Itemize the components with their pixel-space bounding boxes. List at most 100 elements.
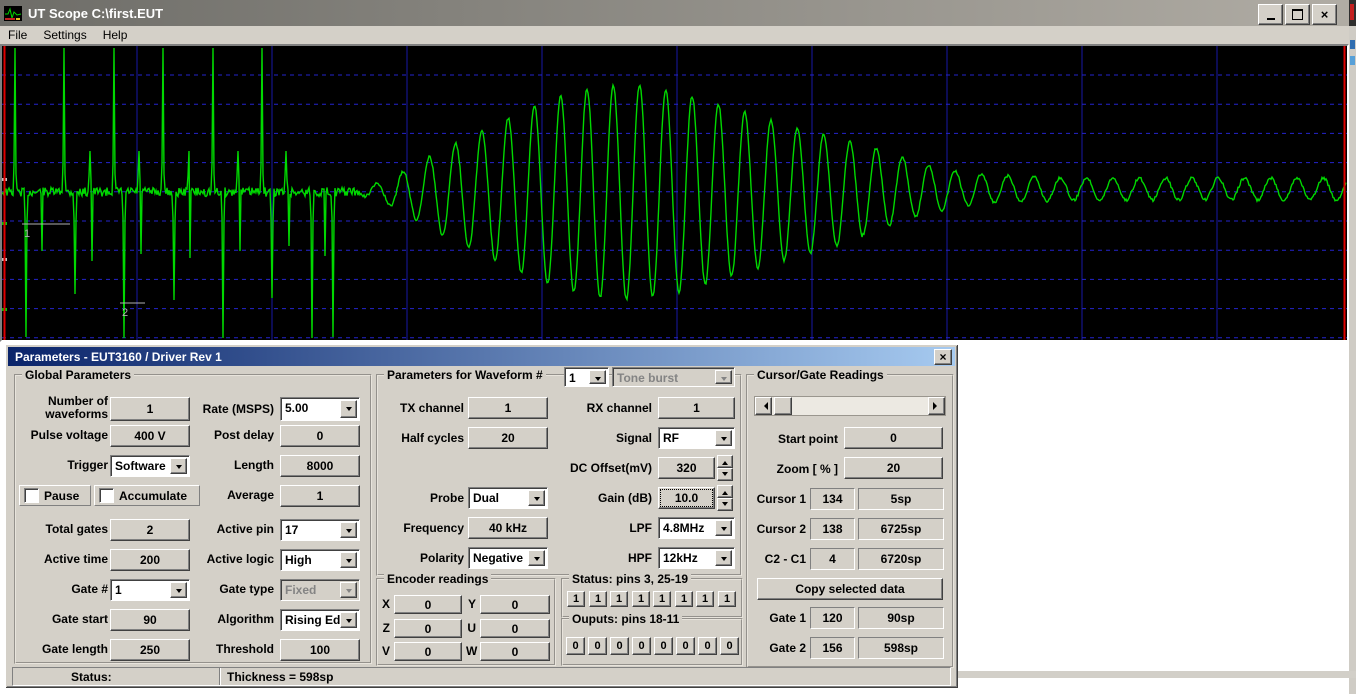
algorithm-label: Algorithm [184, 613, 274, 626]
scope-canvas: 12 [2, 46, 1347, 340]
output-pin: 0 [610, 637, 629, 655]
spinner-down-icon [717, 468, 733, 481]
background-icon [1350, 56, 1355, 65]
gain-field[interactable]: 10.0 [658, 487, 715, 509]
spinner-up-icon [717, 485, 733, 498]
svg-text:1: 1 [24, 228, 30, 240]
scope-display[interactable]: 12 [0, 44, 1349, 342]
active-logic-dropdown[interactable]: High [280, 549, 360, 571]
main-titlebar: UT Scope C:\first.EUT × [0, 0, 1349, 26]
dialog-titlebar[interactable]: Parameters - EUT3160 / Driver Rev 1 × [8, 347, 955, 366]
gate-start-field[interactable]: 90 [110, 609, 190, 631]
gate-number-dropdown[interactable]: 1 [110, 579, 190, 601]
start-point-field[interactable]: 0 [844, 427, 943, 449]
menu-help[interactable]: Help [95, 26, 136, 44]
encoder-z-label: Z [380, 622, 390, 635]
chevron-down-icon [528, 550, 545, 566]
status-pin: 1 [718, 591, 736, 607]
average-field[interactable]: 1 [280, 485, 360, 507]
tx-channel-label: TX channel [378, 402, 464, 415]
rate-dropdown[interactable]: 5.00 [280, 397, 360, 421]
gate-number-label: Gate # [16, 583, 108, 596]
trigger-dropdown[interactable]: Software [110, 455, 190, 477]
total-gates-field[interactable]: 2 [110, 519, 190, 541]
background-window-close-icon [1350, 4, 1354, 20]
signal-dropdown[interactable]: RF [658, 427, 735, 449]
checkbox-icon[interactable] [24, 488, 39, 503]
polarity-dropdown[interactable]: Negative [468, 547, 548, 569]
start-point-label: Start point [750, 433, 838, 446]
length-field[interactable]: 8000 [280, 455, 360, 477]
maximize-icon[interactable] [1285, 4, 1310, 25]
dc-offset-spinner[interactable] [717, 455, 733, 481]
frequency-field[interactable]: 40 kHz [468, 517, 548, 539]
gate-length-field[interactable]: 250 [110, 639, 190, 661]
group-legend: Encoder readings [384, 572, 491, 586]
group-legend: Cursor/Gate Readings [754, 368, 887, 382]
status-pin: 1 [567, 591, 585, 607]
gate2-value: 156 [810, 637, 855, 659]
menu-file[interactable]: File [0, 26, 35, 44]
dialog-close-icon[interactable]: × [934, 349, 952, 365]
tx-channel-field[interactable]: 1 [468, 397, 548, 419]
waveform-number-dropdown[interactable]: 1 [564, 367, 609, 387]
chevron-down-icon [340, 612, 357, 628]
chevron-down-icon [340, 400, 357, 418]
signal-label: Signal [574, 432, 652, 445]
scrollbar-right-icon[interactable] [928, 397, 945, 415]
gate2-label: Gate 2 [748, 642, 806, 655]
active-time-field[interactable]: 200 [110, 549, 190, 571]
encoder-w-label: W [466, 645, 476, 658]
rx-channel-field[interactable]: 1 [658, 397, 735, 419]
encoder-x-label: X [380, 598, 390, 611]
dc-offset-field[interactable]: 320 [658, 457, 715, 479]
pause-checkbox[interactable]: Pause [19, 485, 91, 506]
gain-spinner[interactable] [717, 485, 733, 511]
encoder-v-value: 0 [394, 642, 462, 661]
chevron-down-icon [340, 522, 357, 538]
average-label: Average [184, 489, 274, 502]
gate-length-label: Gate length [16, 643, 108, 656]
post-delay-field[interactable]: 0 [280, 425, 360, 447]
num-waveforms-label: Number of waveforms [16, 395, 108, 421]
chevron-down-icon [715, 550, 732, 566]
hpf-dropdown[interactable]: 12kHz [658, 547, 735, 569]
algorithm-dropdown[interactable]: Rising Ed [280, 609, 360, 631]
close-icon[interactable]: × [1312, 4, 1337, 25]
status-pin: 1 [610, 591, 628, 607]
output-pin: 0 [676, 637, 695, 655]
hpf-label: HPF [574, 552, 652, 565]
copy-selected-data-button[interactable]: Copy selected data [757, 578, 943, 600]
lpf-dropdown[interactable]: 4.8MHz [658, 517, 735, 539]
group-global-parameters: Global Parameters Number of waveforms 1 … [14, 374, 372, 664]
output-pin: 0 [632, 637, 651, 655]
half-cycles-field[interactable]: 20 [468, 427, 548, 449]
status-pin: 1 [696, 591, 714, 607]
status-pin: 1 [675, 591, 693, 607]
threshold-field[interactable]: 100 [280, 639, 360, 661]
trigger-label: Trigger [16, 459, 108, 472]
scope-scrollbar[interactable] [754, 396, 946, 416]
minimize-icon[interactable] [1258, 4, 1283, 25]
spinner-down-icon [717, 498, 733, 511]
post-delay-label: Post delay [184, 429, 274, 442]
num-waveforms-field[interactable]: 1 [110, 397, 190, 421]
scrollbar-thumb[interactable] [774, 397, 792, 415]
chevron-down-icon [340, 552, 357, 568]
checkbox-icon[interactable] [99, 488, 114, 503]
active-pin-dropdown[interactable]: 17 [280, 519, 360, 541]
background-icon [1350, 40, 1355, 49]
menu-settings[interactable]: Settings [35, 26, 94, 44]
scrollbar-left-icon[interactable] [755, 397, 772, 415]
dialog-status-bar: Status: Thickness = 598sp [12, 667, 951, 686]
group-cursor-gate-readings: Cursor/Gate Readings Start point 0 Zoom … [746, 374, 954, 668]
pulse-voltage-field[interactable]: 400 V [110, 425, 190, 447]
c2-c1-value: 4 [810, 548, 855, 570]
zoom-field[interactable]: 20 [844, 457, 943, 479]
active-logic-label: Active logic [184, 553, 274, 566]
status-pin: 1 [653, 591, 671, 607]
cursor2-sp: 6725sp [858, 518, 944, 540]
gate1-label: Gate 1 [748, 612, 806, 625]
gate1-value: 120 [810, 607, 855, 629]
status-pin: 1 [632, 591, 650, 607]
